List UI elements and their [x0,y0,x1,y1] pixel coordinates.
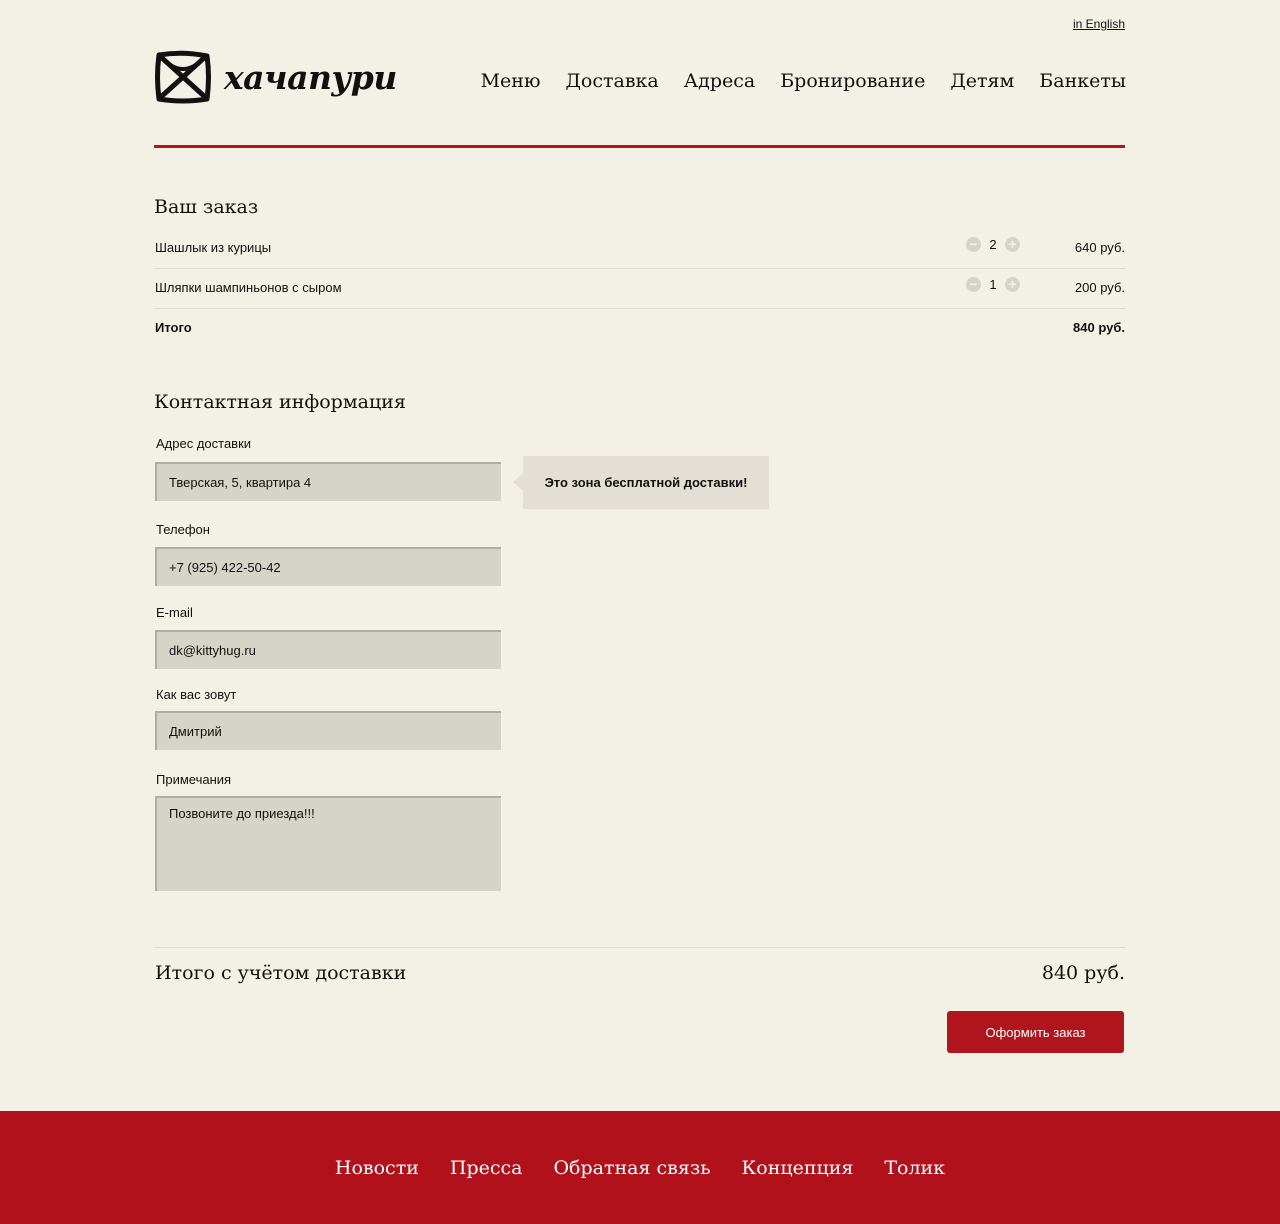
order-total-label: Итого [155,320,192,335]
grand-total-label: Итого с учётом доставки [155,962,407,984]
nav-item-banquets[interactable]: Банкеты [1039,70,1126,92]
order-item-name: Шашлык из курицы [155,240,272,255]
footer-link-concept[interactable]: Концепция [742,1157,854,1179]
address-field[interactable] [155,462,501,501]
order-item-name: Шляпки шампиньонов с сыром [155,280,342,295]
main-nav: Меню Доставка Адреса Бронирование Детям … [481,70,1126,92]
free-delivery-tooltip: Это зона бесплатной доставки! [513,456,769,509]
phone-label: Телефон [156,522,210,537]
plus-icon[interactable]: + [1005,237,1020,252]
header-divider [154,145,1125,148]
order-item-price: 640 руб. [1074,240,1125,255]
logo-mark-icon [155,50,211,104]
summary-divider [154,947,1125,948]
email-field[interactable] [155,630,501,669]
quantity-stepper: − 2 + [966,237,1020,252]
notes-field[interactable]: Позвоните до приезда!!! [155,796,501,891]
order-title: Ваш заказ [154,196,259,218]
notes-label: Примечания [156,772,232,787]
footer-link-news[interactable]: Новости [335,1157,419,1179]
logo[interactable]: хачапури [154,50,397,104]
footer-link-feedback[interactable]: Обратная связь [553,1157,710,1179]
minus-icon[interactable]: − [966,277,981,292]
name-field[interactable] [155,711,501,750]
order-item: Шляпки шампиньонов с сыром − 1 + 200 руб… [154,268,1125,309]
phone-field[interactable] [155,547,501,586]
grand-total-value: 840 руб. [1041,962,1125,984]
footer-nav: Новости Пресса Обратная связь Концепция … [0,1157,1280,1179]
footer: Новости Пресса Обратная связь Концепция … [0,1111,1280,1224]
nav-item-delivery[interactable]: Доставка [565,70,658,92]
address-label: Адрес доставки [156,436,252,451]
language-switch-link[interactable]: in English [1073,17,1125,31]
email-label: E-mail [156,605,193,620]
minus-icon[interactable]: − [966,237,981,252]
nav-item-menu[interactable]: Меню [481,70,541,92]
footer-link-press[interactable]: Пресса [450,1157,523,1179]
order-total-value: 840 руб. [1073,320,1125,335]
quantity-value: 1 [989,277,997,292]
quantity-value: 2 [989,237,997,252]
nav-item-booking[interactable]: Бронирование [780,70,925,92]
order-item: Шашлык из курицы − 2 + 640 руб. [154,228,1125,269]
order-item-price: 200 руб. [1074,280,1125,295]
place-order-button[interactable]: Оформить заказ [947,1011,1124,1053]
nav-item-kids[interactable]: Детям [950,70,1014,92]
footer-link-tolik[interactable]: Толик [884,1157,945,1179]
plus-icon[interactable]: + [1005,277,1020,292]
logo-text: хачапури [224,57,397,97]
tooltip-text: Это зона бесплатной доставки! [544,475,748,490]
quantity-stepper: − 1 + [966,277,1020,292]
name-label: Как вас зовут [156,687,237,702]
contact-title: Контактная информация [154,391,406,413]
nav-item-addresses[interactable]: Адреса [684,70,755,92]
